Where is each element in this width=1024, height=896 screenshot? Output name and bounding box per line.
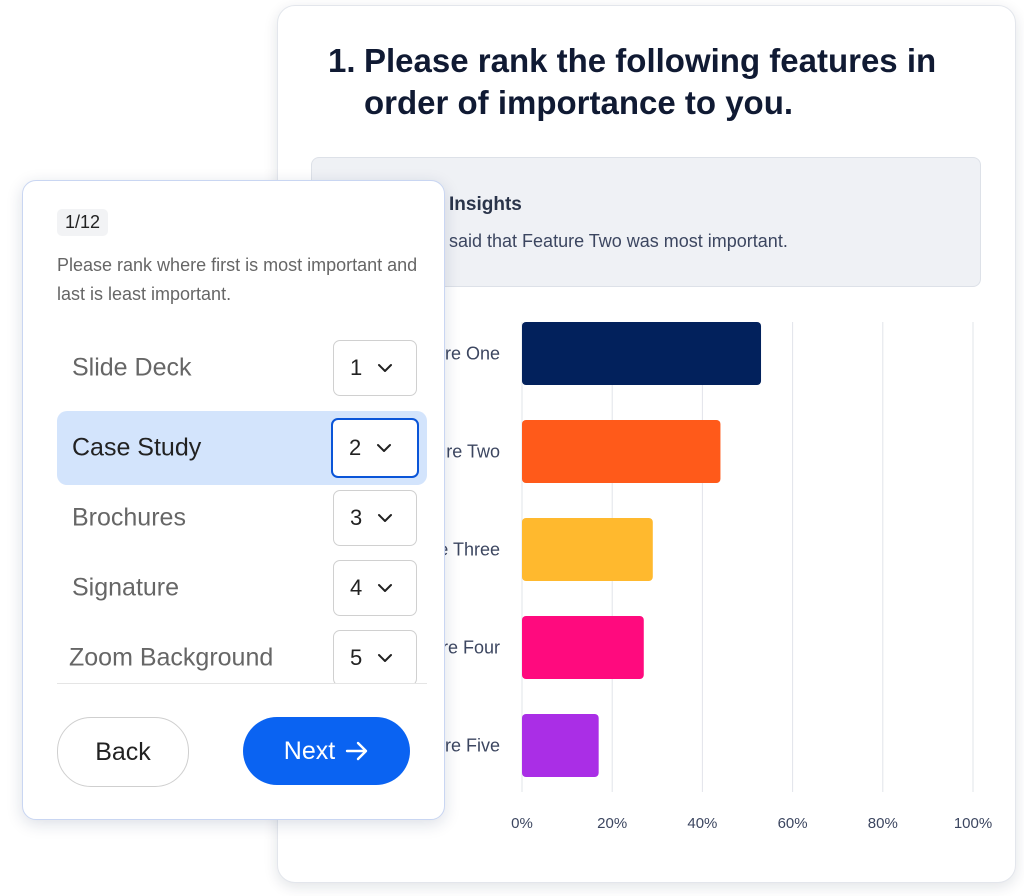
rank-select[interactable]: 5 [333,630,417,683]
bar [522,518,653,581]
x-tick-label: 20% [597,815,627,832]
bar [522,616,644,679]
chevron-down-icon [378,654,392,662]
x-tick-label: 0% [511,815,533,832]
rank-value: 3 [350,505,363,530]
rank-value: 5 [350,645,363,670]
rank-select[interactable]: 1 [333,340,417,396]
rank-value: 2 [349,435,362,460]
rank-select[interactable]: 3 [333,490,417,546]
bar [522,420,721,483]
instructions: Please rank where first is most importan… [57,255,418,304]
rank-value: 1 [350,355,363,380]
rank-value: 4 [350,575,363,600]
question-counter: 1/12 [57,209,109,236]
rank-item-label: Brochures [72,503,186,532]
rank-item[interactable]: Slide Deck 1 [57,331,427,405]
chevron-down-icon [378,584,392,592]
x-tick-label: 80% [868,815,898,832]
x-tick-label: 100% [954,815,992,832]
rank-item-label: Slide Deck [72,353,192,382]
next-label: Next [283,736,336,765]
rank-list: Slide Deck 1 Case Study 2 Brochures 3 Si… [57,331,427,684]
rank-select[interactable]: 2 [331,418,419,478]
rank-item[interactable]: Zoom Background 5 [57,621,427,683]
chevron-down-icon [378,514,392,522]
rank-item[interactable]: Case Study 2 [57,411,427,485]
ranking-question-card: 1/12 Please rank where first is most imp… [22,180,445,820]
arrow-right-icon [346,741,368,761]
next-button[interactable]: Next [243,717,410,785]
rank-item-label: Signature [72,573,180,602]
back-label: Back [95,737,151,766]
bar [522,322,762,385]
rank-select[interactable]: 4 [333,560,417,616]
back-button[interactable]: Back [57,717,189,787]
chevron-down-icon [377,444,391,452]
chevron-down-icon [378,364,392,372]
x-tick-label: 60% [778,815,808,832]
bar [522,714,599,777]
rank-item-label: Zoom Background [69,643,274,672]
rank-item[interactable]: Brochures 3 [57,481,427,555]
rank-item[interactable]: Signature 4 [57,551,427,625]
x-tick-label: 40% [687,815,717,832]
rank-item-label: Case Study [72,433,202,462]
